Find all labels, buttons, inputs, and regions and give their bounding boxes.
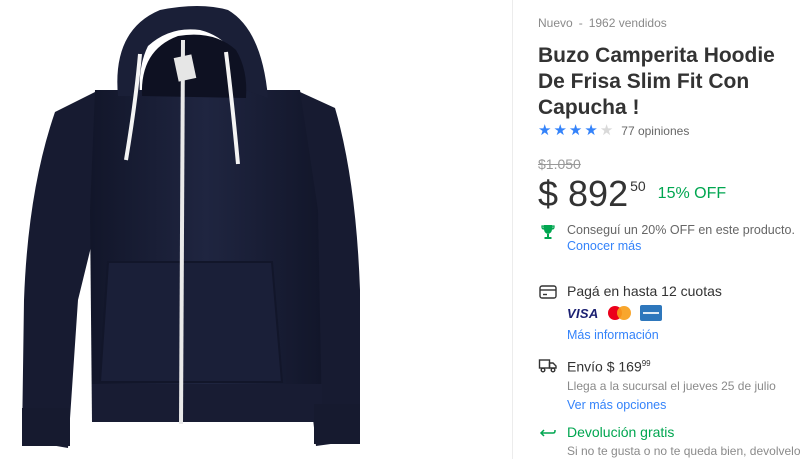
rating-stars: ★ ★ ★ ★ ★ <box>538 123 615 138</box>
price-cents: 50 <box>630 178 646 194</box>
price-amount: $ 892 <box>538 173 629 214</box>
returns-text: Si no te gusta o no te queda bien, devol… <box>567 444 800 458</box>
shipping-options-link[interactable]: Ver más opciones <box>567 397 800 413</box>
discount-badge: 15% OFF <box>657 185 727 202</box>
credit-card-icon <box>539 285 557 299</box>
truck-icon <box>538 359 557 373</box>
column-divider <box>512 0 513 459</box>
rating-summary[interactable]: ★ ★ ★ ★ ★ 77 opiniones <box>538 123 689 138</box>
promo-content: Conseguí un 20% OFF en este producto. Co… <box>567 222 800 254</box>
star-filled-icon: ★ <box>568 122 583 139</box>
trophy-icon <box>541 225 555 239</box>
shipping-label: Envío $ 169 <box>567 358 642 375</box>
payment-content: Pagá en hasta 12 cuotas VISA Más informa… <box>567 282 800 343</box>
sold-count: 1962 vendidos <box>588 16 667 30</box>
promo-link[interactable]: Conocer más <box>567 238 800 254</box>
promo-text: Conseguí un 20% OFF en este producto. <box>567 223 795 237</box>
star-empty-icon: ★ <box>599 122 614 139</box>
meta-separator: - <box>578 16 583 30</box>
current-price: $ 892 50 15% OFF <box>538 172 726 216</box>
installments-text: Pagá en hasta 12 cuotas <box>567 283 722 299</box>
amex-logo <box>639 305 662 321</box>
mastercard-logo <box>606 304 634 322</box>
return-arrow-icon <box>539 429 556 437</box>
reviews-count[interactable]: 77 opiniones <box>621 124 689 138</box>
star-filled-icon: ★ <box>553 122 567 139</box>
product-meta: Nuevo -1962 vendidos <box>538 16 667 30</box>
navy-hoodie-image[interactable] <box>0 0 510 459</box>
condition-label: Nuevo <box>538 16 573 30</box>
returns-content: Devolución gratis Si no te gusta o no te… <box>567 423 800 459</box>
payment-cards: VISA <box>567 303 800 323</box>
product-info-panel: Nuevo -1962 vendidos Buzo Camperita Hoodi… <box>538 0 800 459</box>
shipping-eta: Llega a la sucursal el jueves 25 de juli… <box>567 378 776 393</box>
star-filled-icon: ★ <box>584 122 598 139</box>
shipping-content: Envío $ 16999 Llega a la sucursal el jue… <box>567 355 800 413</box>
star-filled-icon: ★ <box>538 122 552 139</box>
returns-label[interactable]: Devolución gratis <box>567 423 800 441</box>
shipping-price: Envío $ 16999 <box>567 355 800 376</box>
payment-info-link[interactable]: Más información <box>567 327 800 343</box>
visa-logo: VISA <box>567 305 599 321</box>
product-title: Buzo Camperita Hoodie De Frisa Slim Fit … <box>538 44 775 119</box>
original-price: $1.050 <box>538 156 581 172</box>
product-image-gallery[interactable] <box>0 0 510 459</box>
shipping-cents: 99 <box>641 359 651 368</box>
